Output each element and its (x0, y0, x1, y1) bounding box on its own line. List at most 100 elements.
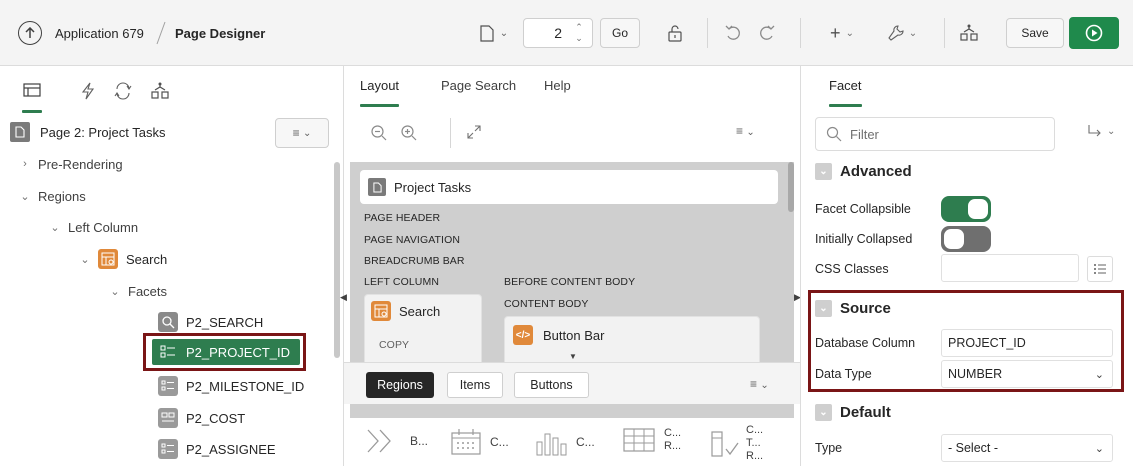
run-button[interactable] (1069, 17, 1119, 49)
section-source-header[interactable]: ⌄ Source (815, 300, 891, 317)
page-tree-title[interactable]: Page 2: Project Tasks (40, 125, 166, 140)
page-icon (10, 122, 30, 142)
facet-collapsible-toggle[interactable] (941, 196, 991, 222)
search-icon (826, 126, 842, 142)
zoom-out-icon[interactable] (370, 124, 388, 142)
dynamic-actions-icon[interactable] (80, 82, 96, 100)
tree-node-search[interactable]: ⌄ Search (78, 244, 167, 274)
default-type-select[interactable]: - Select - ⌄ (941, 434, 1113, 462)
chevron-down-icon: ⌄ (1094, 442, 1104, 455)
gallery-item-chart[interactable]: C... (534, 428, 595, 456)
chevron-down-icon: ⌄ (1094, 368, 1104, 381)
tree-node-pre-rendering[interactable]: › Pre-Rendering (18, 149, 122, 179)
app-home-icon[interactable] (18, 21, 42, 45)
section-default-header[interactable]: ⌄ Default (815, 404, 891, 421)
table-icon (623, 428, 655, 452)
toolbar-divider (450, 118, 451, 148)
page-region-header[interactable]: Project Tasks (360, 170, 778, 204)
tab-facet[interactable]: Facet (829, 66, 862, 107)
collapse-icon[interactable]: ⌄ (815, 163, 832, 180)
checkbox-list-facet-icon (158, 342, 178, 362)
toolbar-divider (944, 18, 945, 48)
label-css-classes: CSS Classes (815, 262, 889, 276)
tree-item-p2-milestone-id[interactable]: P2_MILESTONE_ID (158, 371, 304, 401)
gallery-tab-buttons[interactable]: Buttons (514, 372, 589, 398)
chevron-down-icon[interactable]: ⌄ (108, 285, 122, 298)
tree-node-regions[interactable]: ⌄ Regions (18, 181, 85, 211)
tree-menu-button[interactable]: ≡ ⌄ (275, 118, 329, 148)
center-pane: Layout Page Search Help ≡ ⌄ Project Task… (340, 66, 801, 466)
section-advanced-header[interactable]: ⌄ Advanced (815, 163, 912, 180)
property-editor-pane: Facet Filter ⌄ ⌄ Advanced Facet Collapsi… (800, 66, 1133, 466)
label-default-type: Type (815, 441, 843, 455)
tree-item-p2-project-id[interactable]: P2_PROJECT_ID (152, 339, 300, 365)
tree-scrollbar[interactable] (334, 162, 340, 358)
chevron-right-icon[interactable]: › (18, 158, 32, 170)
go-button[interactable]: Go (600, 18, 640, 48)
undo-icon[interactable] (718, 18, 748, 48)
gallery-tab-regions[interactable]: Regions (366, 372, 434, 398)
go-to-group-button[interactable]: ⌄ (1087, 124, 1115, 138)
toolbar-divider (707, 18, 708, 48)
application-link[interactable]: Application 679 (55, 26, 144, 41)
grid-scrollbar[interactable] (788, 162, 794, 212)
page-designer-toolbar: Application 679 Page Designer ⌄ 2 ⌃ ⌄ Go … (0, 0, 1133, 66)
page-number-stepper[interactable]: ⌃ ⌄ (568, 19, 590, 47)
page-icon (480, 24, 494, 42)
search-region-card[interactable]: Search COPY (364, 294, 482, 372)
chevron-up-icon[interactable]: ⌃ (575, 22, 583, 33)
css-classes-input[interactable] (941, 254, 1079, 282)
shared-components-icon[interactable] (954, 18, 984, 48)
utilities-menu-button[interactable]: ⌄ (880, 18, 924, 48)
chevron-down-icon[interactable]: ⌄ (78, 253, 92, 266)
expand-icon[interactable] (466, 124, 482, 140)
page-type-dropdown[interactable]: ⌄ (468, 18, 520, 48)
create-menu-button[interactable]: + ⌄ (822, 18, 862, 48)
redo-icon[interactable] (752, 18, 782, 48)
position-breadcrumb-bar: BREADCRUMB BAR (364, 255, 465, 267)
code-icon: </> (513, 325, 533, 345)
chevron-down-icon[interactable]: ⌄ (575, 33, 583, 44)
chevron-down-icon[interactable]: ⌄ (48, 221, 62, 234)
tree-item-p2-assignee[interactable]: P2_ASSIGNEE (158, 434, 276, 464)
tree-node-left-column[interactable]: ⌄ Left Column (48, 212, 138, 242)
left-pane: Page 2: Project Tasks ≡ ⌄ › Pre-Renderin… (0, 66, 344, 466)
tree-node-facets[interactable]: ⌄ Facets (108, 276, 167, 306)
plus-icon: + (830, 22, 841, 43)
save-button[interactable]: Save (1006, 18, 1064, 48)
splitter-handle-icon[interactable]: ▼ (569, 352, 577, 361)
tree-item-p2-cost[interactable]: P2_COST (158, 403, 245, 433)
tab-page-search[interactable]: Page Search (441, 66, 516, 104)
collapse-icon[interactable]: ⌄ (815, 404, 832, 421)
rendering-tab[interactable] (20, 80, 44, 114)
gallery-item-classic-report[interactable]: C... R... (622, 426, 681, 454)
list-picker-icon[interactable] (1087, 256, 1113, 282)
gallery-item-calendar[interactable]: C... (450, 428, 509, 456)
database-column-input[interactable]: PROJECT_ID (941, 329, 1113, 357)
checkbox-list-facet-icon (158, 439, 178, 459)
tree-icon (711, 430, 739, 457)
lock-icon[interactable] (660, 18, 690, 48)
gallery-item-breadcrumb[interactable]: B... (366, 428, 428, 454)
tab-help[interactable]: Help (544, 66, 571, 104)
tab-layout[interactable]: Layout (360, 66, 400, 107)
shared-components-tab-icon[interactable] (150, 81, 170, 101)
collapse-left-icon[interactable]: ◀ (340, 292, 347, 303)
label-database-column: Database Column (815, 336, 916, 350)
layout-menu-button[interactable]: ≡ ⌄ (736, 124, 755, 138)
gallery-tab-items[interactable]: Items (447, 372, 503, 398)
breadcrumb-icon (367, 429, 391, 453)
play-icon (1085, 24, 1103, 42)
chevron-down-icon[interactable]: ⌄ (18, 190, 32, 203)
initially-collapsed-toggle[interactable] (941, 226, 991, 252)
calendar-icon (451, 429, 481, 455)
wrench-icon (888, 25, 904, 41)
zoom-in-icon[interactable] (400, 124, 418, 142)
page-icon (368, 178, 386, 196)
data-type-select[interactable]: NUMBER ⌄ (941, 360, 1113, 388)
collapse-icon[interactable]: ⌄ (815, 300, 832, 317)
processing-icon[interactable] (114, 82, 132, 100)
filter-input[interactable]: Filter (815, 117, 1055, 151)
gallery-menu-button[interactable]: ≡ ⌄ (750, 377, 769, 391)
gallery-item-tree[interactable]: C... T... R... (708, 424, 763, 463)
